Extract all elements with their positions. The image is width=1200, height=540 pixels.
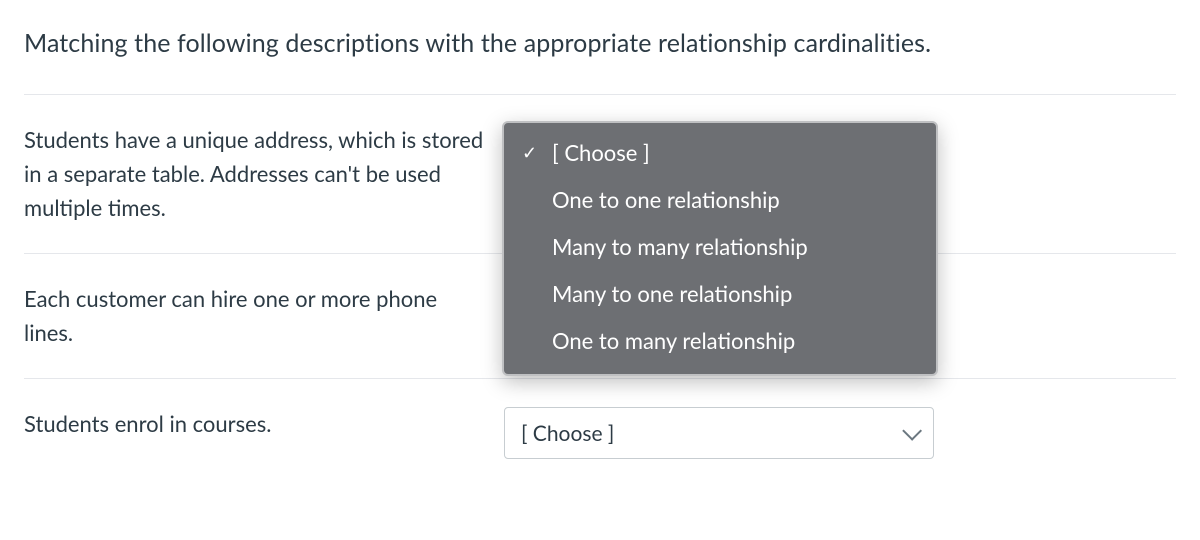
dropdown-option-many-to-one[interactable]: ✓ Many to one relationship xyxy=(504,270,936,317)
option-label: Many to many relationship xyxy=(552,233,914,260)
dropdown-menu[interactable]: ✓ [ Choose ] ✓ One to one relationship ✓… xyxy=(502,121,938,376)
dropdown-option-one-to-one[interactable]: ✓ One to one relationship xyxy=(504,176,936,223)
select-area: [ Choose ] xyxy=(504,407,944,459)
match-row: Students enrol in courses. [ Choose ] xyxy=(24,378,1176,487)
option-label: Many to one relationship xyxy=(552,280,914,307)
description-text: Students have a unique address, which is… xyxy=(24,123,504,225)
check-icon: ✓ xyxy=(522,141,542,164)
option-label: [ Choose ] xyxy=(552,139,914,166)
dropdown-option-one-to-many[interactable]: ✓ One to many relationship xyxy=(504,317,936,364)
question-title: Matching the following descriptions with… xyxy=(24,28,1176,58)
select-placeholder: [ Choose ] xyxy=(521,421,614,446)
dropdown-option-many-to-many[interactable]: ✓ Many to many relationship xyxy=(504,223,936,270)
option-label: One to one relationship xyxy=(552,186,914,213)
match-row: Students have a unique address, which is… xyxy=(24,94,1176,253)
description-text: Each customer can hire one or more phone… xyxy=(24,282,504,350)
option-label: One to many relationship xyxy=(552,327,914,354)
choose-select[interactable]: [ Choose ] xyxy=(504,407,934,459)
description-text: Students enrol in courses. xyxy=(24,407,504,441)
dropdown-option-choose[interactable]: ✓ [ Choose ] xyxy=(504,129,936,176)
chevron-down-icon xyxy=(902,421,922,441)
